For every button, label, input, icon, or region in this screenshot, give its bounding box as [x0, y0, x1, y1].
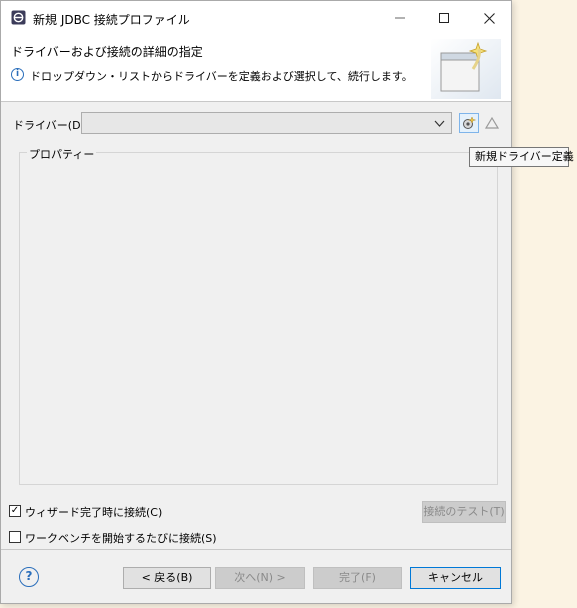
connect-on-startup-checkbox[interactable]	[9, 531, 21, 543]
edit-driver-icon	[485, 116, 499, 129]
properties-label: プロパティー	[27, 146, 97, 162]
connect-on-startup-label[interactable]: ワークベンチを開始するたびに接続(S)	[25, 530, 217, 546]
minimize-icon	[395, 17, 405, 19]
next-button[interactable]: 次へ(N) >	[215, 567, 305, 589]
properties-group	[19, 152, 498, 485]
test-connection-button[interactable]: 接続のテスト(T)	[422, 501, 506, 523]
close-icon	[483, 12, 495, 24]
footer-divider	[1, 549, 511, 550]
minimize-button[interactable]	[377, 1, 423, 35]
new-driver-tooltip: 新規ドライバー定義	[469, 147, 574, 167]
title-bar: 新規 JDBC 接続プロファイル	[1, 1, 511, 35]
eclipse-app-icon	[11, 10, 26, 25]
page-title: ドライバーおよび接続の詳細の指定	[11, 45, 203, 59]
driver-label: ドライバー(D):	[13, 119, 89, 132]
driver-select[interactable]	[81, 112, 452, 134]
dialog-window: 新規 JDBC 接続プロファイル ドライバーおよび接続の詳細の指定 i ドロップ…	[0, 0, 512, 604]
wizard-banner-icon	[431, 39, 501, 99]
connect-on-finish-checkbox[interactable]: ✓	[9, 505, 21, 517]
new-driver-icon	[463, 116, 476, 129]
chevron-down-icon	[434, 120, 445, 127]
connect-on-finish-label[interactable]: ウィザード完了時に接続(C)	[25, 504, 162, 520]
close-button[interactable]	[466, 1, 512, 35]
info-icon: i	[11, 68, 24, 81]
window-title: 新規 JDBC 接続プロファイル	[33, 13, 190, 27]
back-button[interactable]: < 戻る(B)	[123, 567, 211, 589]
help-icon[interactable]: ?	[19, 567, 39, 587]
maximize-button[interactable]	[421, 1, 467, 35]
new-driver-button[interactable]	[459, 113, 479, 133]
page-description: ドロップダウン・リストからドライバーを定義および選択して、続行します。	[30, 70, 413, 83]
edit-driver-button[interactable]	[482, 113, 502, 133]
cancel-button[interactable]: キャンセル	[410, 567, 501, 589]
wizard-header: ドライバーおよび接続の詳細の指定 i ドロップダウン・リストからドライバーを定義…	[1, 35, 511, 102]
maximize-icon	[439, 13, 449, 23]
finish-button[interactable]: 完了(F)	[313, 567, 402, 589]
